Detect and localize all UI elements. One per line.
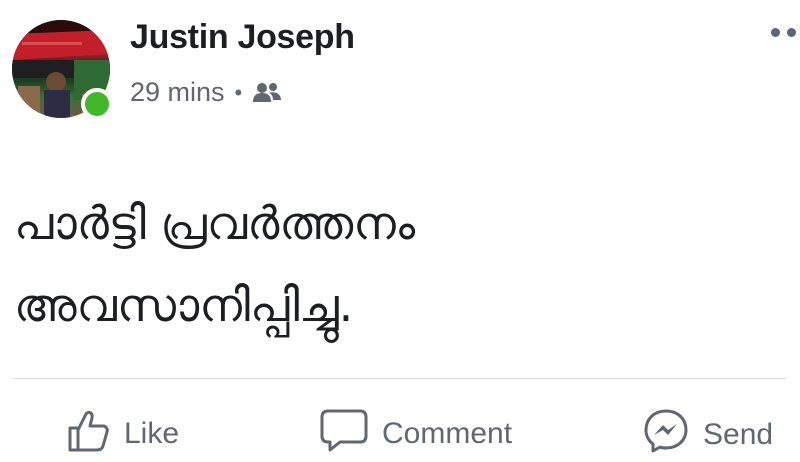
post-meta: 29 mins •: [130, 77, 282, 108]
post-card: Justin Joseph 29 mins • പാർട്ടി പ്രവർത്ത…: [0, 0, 800, 457]
author-name[interactable]: Justin Joseph: [130, 18, 355, 57]
comment-label: Comment: [382, 417, 513, 450]
meta-separator: •: [234, 79, 243, 105]
messenger-icon: [643, 408, 689, 462]
post-text: പാർട്ടി പ്രവർത്തനം അവസാനിപ്പിച്ചു.: [14, 182, 784, 346]
like-button[interactable]: Like: [66, 408, 179, 460]
more-options-icon[interactable]: [771, 28, 796, 37]
send-button[interactable]: Send: [643, 408, 773, 462]
more-dot: [771, 28, 780, 37]
online-status-indicator: [81, 88, 113, 120]
comment-button[interactable]: Comment: [320, 408, 512, 460]
post-timestamp[interactable]: 29 mins: [130, 77, 225, 108]
like-label: Like: [124, 417, 180, 450]
more-dot: [787, 28, 796, 37]
divider: [12, 378, 786, 379]
action-bar: Like Comment Send: [0, 408, 800, 457]
send-label: Send: [703, 418, 774, 451]
post-text-line: അവസാനിപ്പിച്ചു.: [14, 278, 354, 332]
post-text-line: പാർട്ടി പ്രവർത്തനം: [14, 196, 416, 250]
comment-icon: [320, 408, 368, 460]
thumbs-up-icon: [66, 408, 110, 460]
friends-icon[interactable]: [252, 82, 282, 104]
